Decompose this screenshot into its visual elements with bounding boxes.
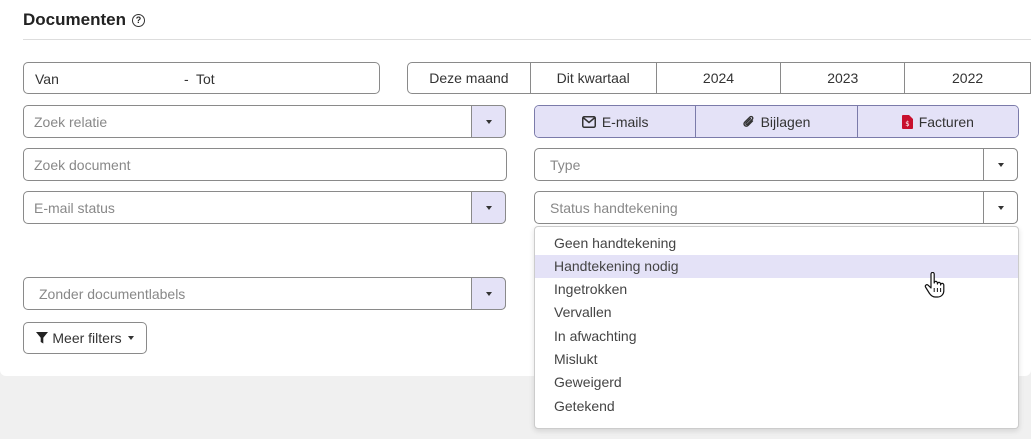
invoices-toggle-label: Facturen — [918, 113, 974, 130]
chevron-down-icon — [485, 205, 492, 210]
svg-text:$: $ — [905, 120, 909, 128]
email-status-placeholder: E-mail status — [34, 200, 115, 216]
document-labels-select[interactable]: Zonder documentlabels — [23, 277, 506, 310]
relation-placeholder: Zoek relatie — [34, 114, 108, 130]
attachments-toggle-label: Bijlagen — [760, 113, 811, 130]
dropdown-option[interactable]: Getekend — [535, 395, 1018, 418]
date-separator: - — [184, 71, 189, 87]
date-from[interactable]: Van — [35, 71, 59, 87]
envelope-icon — [581, 115, 596, 128]
document-search-placeholder: Zoek document — [34, 157, 131, 173]
attachments-toggle-button[interactable]: Bijlagen — [695, 106, 857, 137]
divider — [23, 39, 1031, 40]
dropdown-option[interactable]: Mislukt — [535, 348, 1018, 371]
more-filters-button[interactable]: Meer filters — [23, 322, 147, 354]
type-dropdown-button[interactable] — [983, 148, 1018, 181]
type-select[interactable]: Type — [534, 148, 1018, 181]
emails-toggle-button[interactable]: E-mails — [535, 106, 696, 137]
chevron-down-icon — [485, 291, 492, 296]
signature-status-dropdown-button[interactable] — [983, 191, 1018, 224]
period-this-quarter-button[interactable]: Dit kwartaal — [529, 62, 657, 94]
signature-status-dropdown-menu: Geen handtekening Handtekening nodig Ing… — [534, 226, 1019, 429]
paperclip-icon — [742, 115, 754, 127]
document-search-input[interactable]: Zoek document — [23, 148, 507, 181]
signature-status-placeholder: Status handtekening — [550, 200, 678, 216]
page-title: Documenten ? — [23, 10, 145, 30]
email-status-dropdown-button[interactable] — [471, 191, 506, 224]
relation-select[interactable]: Zoek relatie — [23, 105, 506, 138]
period-2024-button[interactable]: 2024 — [655, 62, 782, 94]
period-button-group: Deze maand Dit kwartaal 2024 2023 2022 — [407, 62, 1031, 94]
document-type-toggle-group: E-mails Bijlagen $ Facturen — [534, 105, 1019, 138]
dropdown-option[interactable]: Geweigerd — [535, 371, 1018, 394]
relation-dropdown-button[interactable] — [471, 105, 506, 138]
date-range-input[interactable]: Van - Tot — [23, 62, 380, 94]
chevron-down-icon — [485, 119, 492, 124]
invoices-toggle-button[interactable]: $ Facturen — [856, 106, 1018, 137]
period-2023-button[interactable]: 2023 — [780, 62, 906, 94]
hand-pointer-icon — [924, 272, 945, 298]
chevron-down-icon — [127, 336, 134, 340]
period-2022-button[interactable]: 2022 — [904, 62, 1031, 94]
chevron-down-icon — [997, 162, 1004, 167]
chevron-down-icon — [997, 205, 1004, 210]
email-status-select[interactable]: E-mail status — [23, 191, 506, 224]
page-title-text: Documenten — [23, 10, 126, 29]
emails-toggle-label: E-mails — [601, 113, 649, 130]
signature-status-select[interactable]: Status handtekening — [534, 191, 1018, 224]
period-this-month-button[interactable]: Deze maand — [407, 62, 531, 94]
dropdown-option[interactable]: Geen handtekening — [535, 232, 1018, 255]
type-placeholder: Type — [550, 157, 581, 173]
more-filters-label: Meer filters — [52, 330, 122, 346]
date-to[interactable]: Tot — [196, 71, 215, 87]
invoice-file-icon: $ — [901, 114, 913, 129]
filter-icon — [36, 332, 49, 344]
document-labels-dropdown-button[interactable] — [471, 277, 506, 310]
dropdown-option[interactable]: Vervallen — [535, 301, 1018, 324]
question-circle-icon[interactable]: ? — [131, 13, 145, 27]
dropdown-option[interactable]: In afwachting — [535, 325, 1018, 348]
document-labels-placeholder: Zonder documentlabels — [39, 286, 186, 302]
